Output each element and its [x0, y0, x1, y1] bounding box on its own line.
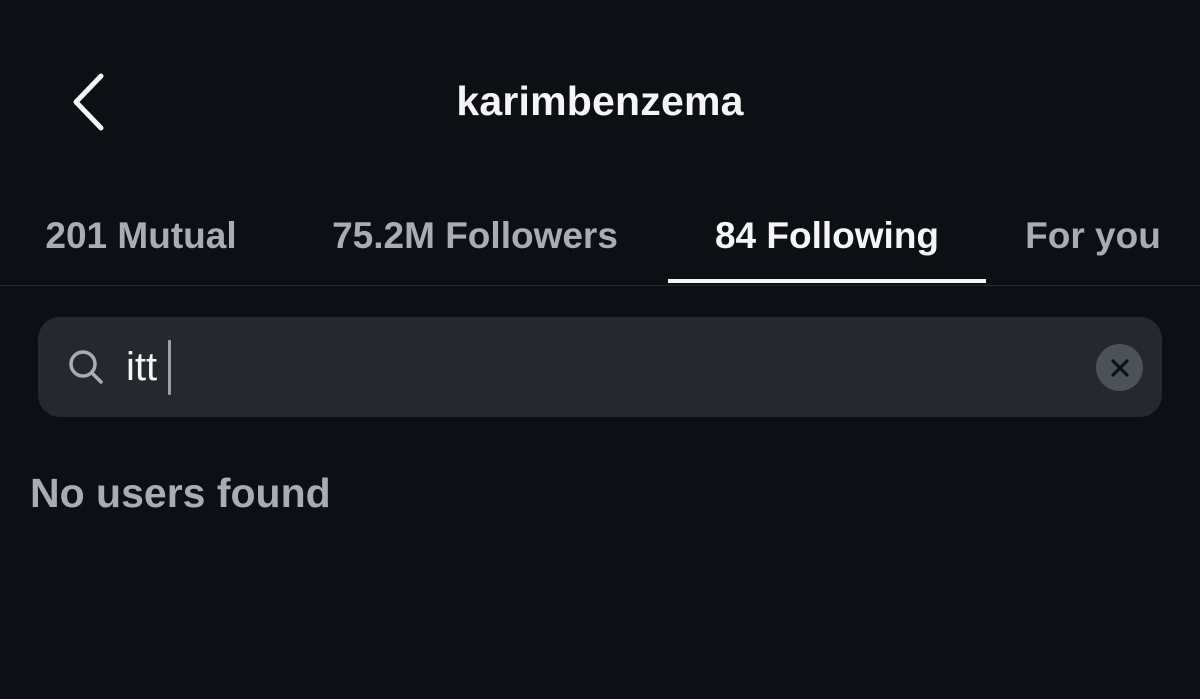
- clear-search-button[interactable]: [1096, 344, 1143, 391]
- tab-bar: 201 Mutual 75.2M Followers 84 Following …: [0, 190, 1200, 286]
- tab-following[interactable]: 84 Following: [668, 190, 986, 282]
- tab-for-you[interactable]: For you: [986, 190, 1200, 282]
- search-bar[interactable]: [38, 317, 1162, 417]
- search-input[interactable]: [126, 339, 1026, 395]
- tab-mutual[interactable]: 201 Mutual: [0, 190, 282, 282]
- empty-state-message: No users found: [30, 470, 331, 516]
- page-title: karimbenzema: [456, 78, 744, 124]
- header: karimbenzema: [0, 0, 1200, 200]
- tabs-divider: [0, 285, 1200, 286]
- following-screen: karimbenzema 201 Mutual 75.2M Followers …: [0, 0, 1200, 699]
- search-icon: [69, 350, 103, 384]
- text-cursor: [168, 340, 171, 395]
- active-tab-indicator: [668, 279, 986, 283]
- close-icon: [1110, 358, 1129, 377]
- tab-followers[interactable]: 75.2M Followers: [282, 190, 668, 282]
